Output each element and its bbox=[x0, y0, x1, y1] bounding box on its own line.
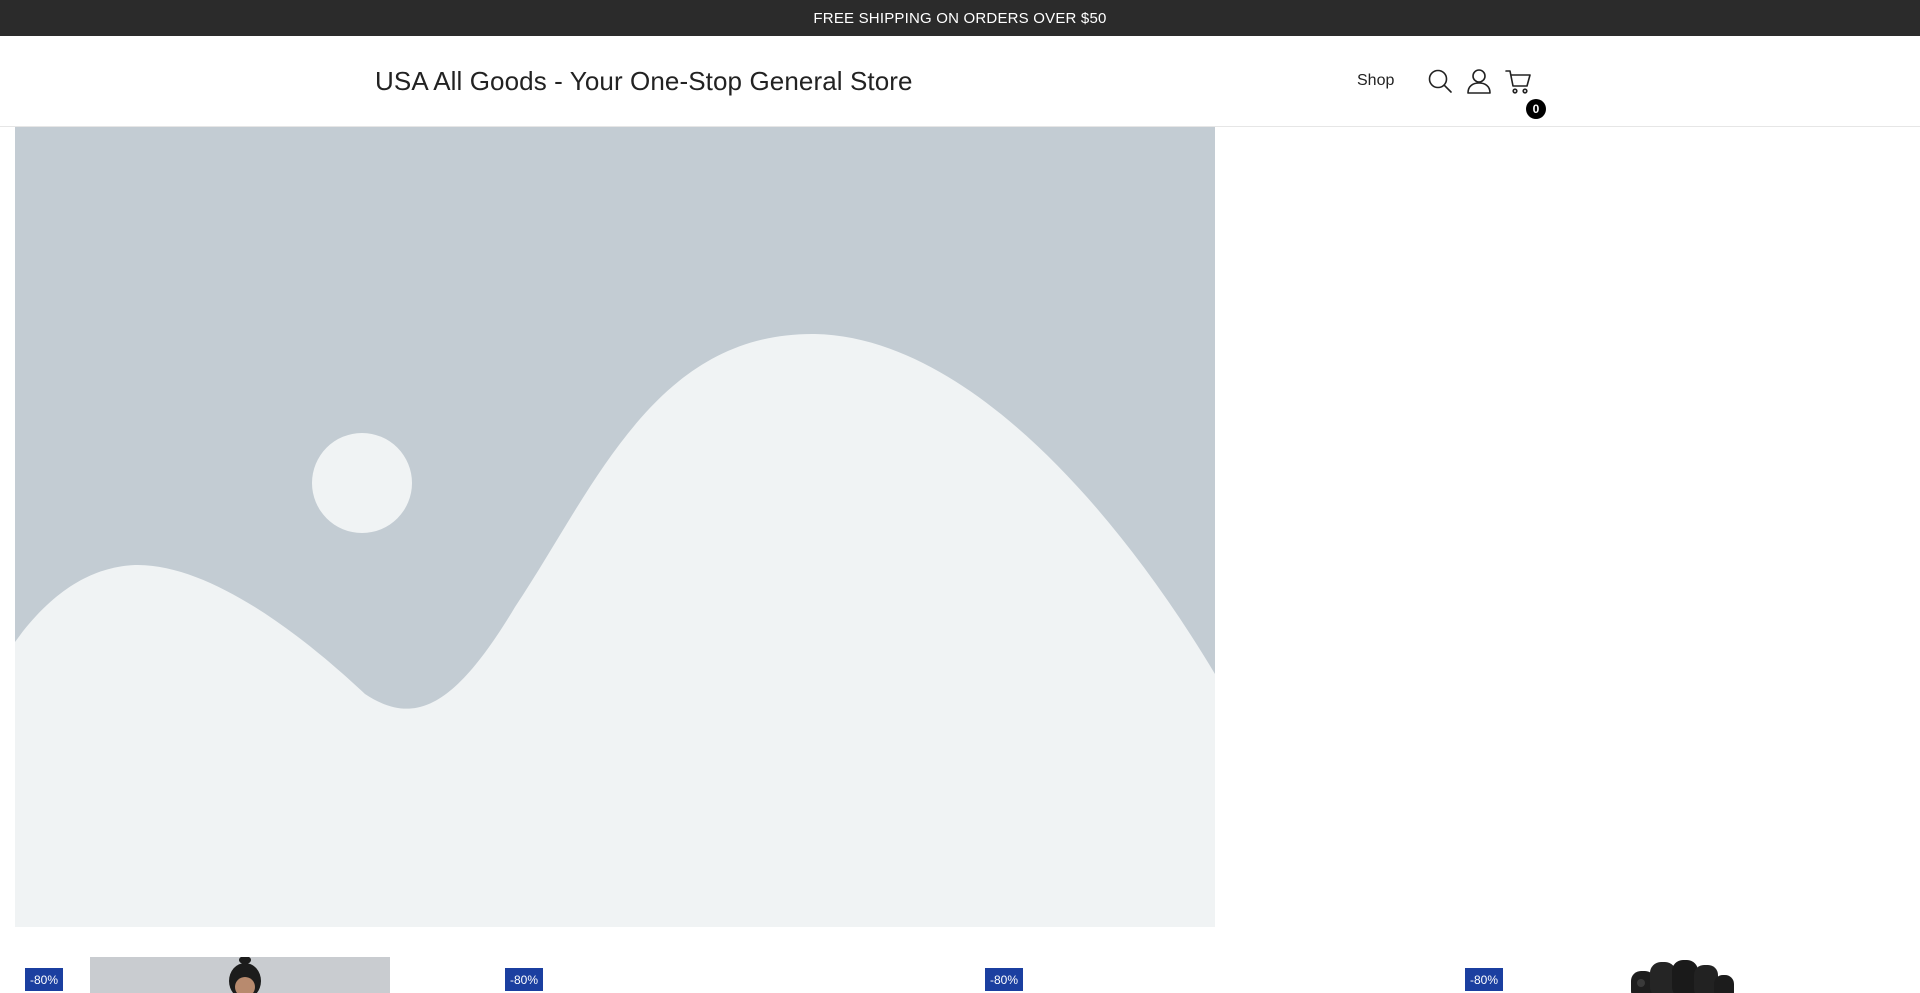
site-title-link[interactable]: USA All Goods - Your One-Stop General St… bbox=[375, 36, 913, 126]
sale-badge: -80% bbox=[25, 968, 64, 991]
product-image-jacket[interactable] bbox=[90, 957, 390, 993]
announcement-text: FREE SHIPPING ON ORDERS OVER $50 bbox=[813, 9, 1107, 27]
product-image-gloves[interactable] bbox=[1595, 957, 1755, 993]
hero-placeholder-image bbox=[15, 127, 1215, 927]
user-icon[interactable] bbox=[1464, 66, 1494, 96]
sun-shape bbox=[312, 433, 412, 533]
cart-icon[interactable] bbox=[1503, 66, 1533, 96]
landscape-placeholder-icon bbox=[15, 127, 1215, 927]
product-card[interactable]: -80% bbox=[15, 957, 485, 993]
product-card[interactable]: -80% bbox=[975, 957, 1445, 993]
sale-badge: -80% bbox=[505, 968, 544, 991]
cart-count-badge: 0 bbox=[1526, 99, 1546, 119]
product-card[interactable]: -80% bbox=[495, 957, 965, 993]
search-icon[interactable] bbox=[1425, 66, 1455, 96]
nav-shop-link[interactable]: Shop bbox=[1357, 36, 1394, 126]
announcement-bar: FREE SHIPPING ON ORDERS OVER $50 bbox=[0, 0, 1920, 36]
sale-badge: -80% bbox=[1465, 968, 1504, 991]
product-grid: -80% -80% -80% -80% bbox=[0, 957, 1920, 993]
product-card[interactable]: -80% bbox=[1455, 957, 1920, 993]
site-header: USA All Goods - Your One-Stop General St… bbox=[0, 36, 1920, 127]
sale-badge: -80% bbox=[985, 968, 1024, 991]
